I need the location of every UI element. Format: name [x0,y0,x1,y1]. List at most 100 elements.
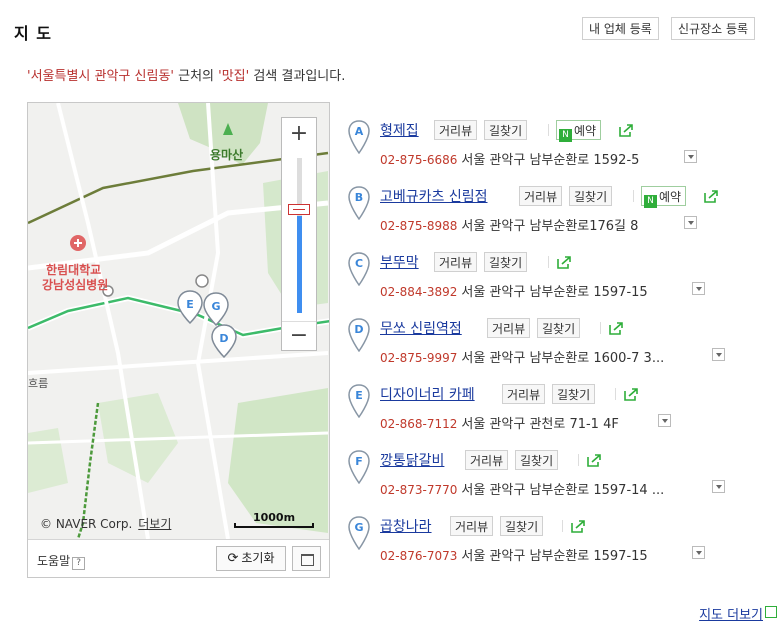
directions-button[interactable]: 길찾기 [484,120,528,140]
scale-bar [234,523,314,528]
notice-tail: 검색 결과입니다. [249,69,346,84]
pin-letter: G [354,521,363,534]
pin-letter: C [355,257,363,270]
zoom-level-fill [297,216,302,313]
pin-letter: A [355,125,364,138]
directions-button[interactable]: 길찾기 [500,516,544,536]
naver-book-icon: N [644,195,657,208]
register-new-place-button[interactable]: 신규장소 등록 [671,17,756,40]
result-info: 02-876-7073 서울 관악구 남부순환로 1597-15 [380,545,648,564]
result-name-link[interactable]: 깡통닭갈비 [380,450,444,470]
zoom-out-button[interactable]: − [282,321,316,350]
map-pin-icon[interactable]: D [348,318,370,352]
phone-number: 02-875-8988 [380,219,458,233]
result-info: 02-875-8988 서울 관악구 남부순환로176길 8 [380,215,638,234]
result-name-link[interactable]: 무쏘 신림역점 [380,318,462,338]
map-pin-icon[interactable]: B [348,186,370,220]
share-icon[interactable] [608,320,624,336]
address: 서울 관악구 남부순환로 1597-15 [461,549,648,564]
result-item: D 무쏘 신림역점 거리뷰 길찾기 02-875-9997 서울 관악구 남부순환로 1… [348,306,768,366]
map-pin-icon[interactable]: F [348,450,370,484]
result-item: G 곱창나라 거리뷰 길찾기 02-876-7073 서울 관악구 남부순환로 1597… [348,504,768,564]
map-copyright: © NAVER Corp. 더보기 [40,515,171,532]
reservation-button[interactable]: N 예약 [556,120,602,142]
address: 서울 관악구 남부순환로 1597-14 ... [461,483,665,498]
address-dropdown-button[interactable] [684,150,697,163]
address-dropdown-button[interactable] [692,546,705,559]
divider [548,124,549,136]
map-scale: 1000m [234,511,314,528]
directions-button[interactable]: 길찾기 [484,252,528,272]
street-view-button[interactable]: 거리뷰 [434,252,478,272]
result-name-link[interactable]: 디자이너리 카페 [380,384,475,404]
share-icon[interactable] [618,122,634,138]
directions-button[interactable]: 길찾기 [515,450,559,470]
register-my-business-button[interactable]: 내 업체 등록 [582,17,659,40]
directions-button[interactable]: 길찾기 [537,318,581,338]
map-pin-icon[interactable]: A [348,120,370,154]
map-label-hospital-2: 강남성심병원 [42,278,109,292]
address-dropdown-button[interactable] [692,282,705,295]
divider [578,454,579,466]
share-icon[interactable] [556,254,572,270]
share-icon[interactable] [586,452,602,468]
map-pin-icon[interactable]: G [348,516,370,550]
phone-number: 02-876-7073 [380,549,458,563]
zoom-slider-handle[interactable] [288,204,310,215]
address-dropdown-button[interactable] [712,480,725,493]
result-info: 02-873-7770 서울 관악구 남부순환로 1597-14 ... [380,479,664,498]
result-info: 02-875-6686 서울 관악구 남부순환로 1592-5 [380,149,639,168]
map-copyright-more-link[interactable]: 더보기 [138,517,171,531]
directions-button[interactable]: 길찾기 [569,186,613,206]
phone-number: 02-884-3892 [380,285,458,299]
reset-label: 초기화 [241,551,275,565]
street-view-button[interactable]: 거리뷰 [487,318,531,338]
help-label: 도움말 [37,554,71,568]
share-icon[interactable] [703,188,719,204]
result-name-link[interactable]: 형제집 [380,120,419,140]
notice-location: '서울특별시 관악구 신림동' [27,69,174,84]
pin-letter: B [355,191,363,204]
naver-book-icon: N [559,129,572,142]
result-info: 02-884-3892 서울 관악구 남부순환로 1597-15 [380,281,648,300]
phone-number: 02-875-9997 [380,351,458,365]
map-pin-icon[interactable]: C [348,252,370,286]
zoom-control[interactable]: + − [281,117,317,351]
share-icon[interactable] [623,386,639,402]
address-dropdown-button[interactable] [684,216,697,229]
result-name-link[interactable]: 곱창나라 [380,516,432,536]
address-dropdown-button[interactable] [712,348,725,361]
result-info: 02-875-9997 서울 관악구 남부순환로 1600-7 3... [380,347,664,366]
minimap-toggle-button[interactable] [292,546,321,571]
reservation-button[interactable]: N 예약 [641,186,687,208]
zoom-in-button[interactable]: + [282,120,316,148]
map-help-link[interactable]: 도움말? [37,552,86,570]
phone-number: 02-875-6686 [380,153,458,167]
map-panel[interactable]: 용마산 한림대학교 강남성심병원 흐름 D E G + − © NAVER Co… [27,102,330,578]
address-dropdown-button[interactable] [658,414,671,427]
directions-button[interactable]: 길찾기 [552,384,596,404]
result-item: C 부뚜막 거리뷰 길찾기 02-884-3892 서울 관악구 남부순환로 1597-… [348,240,768,300]
refresh-icon: ⟳ [227,551,239,566]
street-view-button[interactable]: 거리뷰 [450,516,494,536]
street-view-button[interactable]: 거리뷰 [465,450,509,470]
question-icon: ? [72,557,86,570]
result-item: A 형제집 거리뷰 길찾기 N 예약 02-875-6686 서울 관악구 남부순환로 15… [348,108,768,168]
divider [633,190,634,202]
street-view-button[interactable]: 거리뷰 [502,384,546,404]
share-icon[interactable] [570,518,586,534]
map-label-mountain: 용마산 [210,148,244,162]
street-view-button[interactable]: 거리뷰 [434,120,478,140]
map-pin-icon[interactable]: E [348,384,370,418]
map-reset-button[interactable]: ⟳ 초기화 [216,546,286,571]
notice-mid: 근처의 [173,69,219,84]
street-view-button[interactable]: 거리뷰 [519,186,563,206]
address: 서울 관악구 남부순환로 1600-7 3... [461,351,665,366]
result-name-link[interactable]: 고베규카츠 신림점 [380,186,488,206]
map-more-link[interactable]: 지도 더보기 [699,604,763,623]
map-label-edge: 흐름 [28,377,49,390]
pin-letter: D [354,323,363,336]
address: 서울 관악구 남부순환로 1597-15 [461,285,648,300]
result-info: 02-868-7112 서울 관악구 관천로 71-1 4F [380,413,619,432]
result-name-link[interactable]: 부뚜막 [380,252,419,272]
